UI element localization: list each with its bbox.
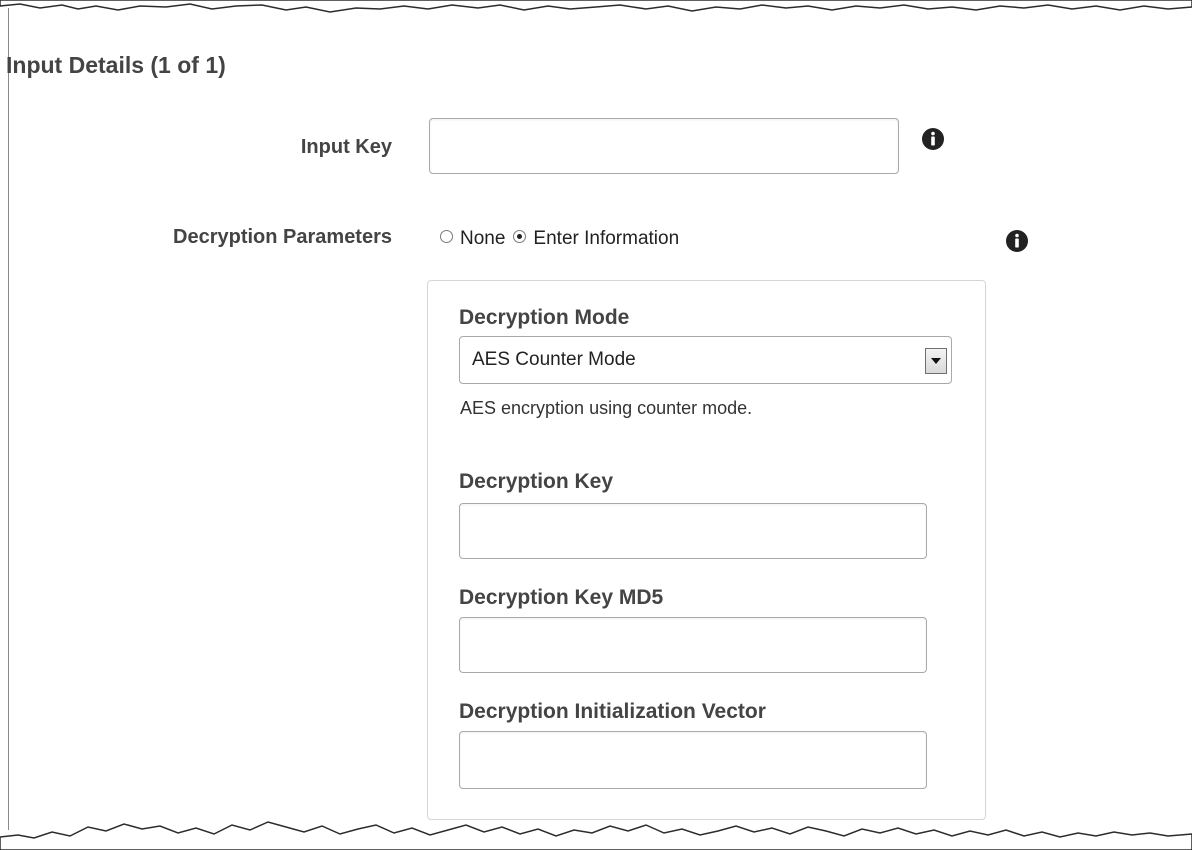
content-left-border (8, 8, 9, 830)
section-title: Input Details (1 of 1) (6, 52, 226, 78)
decryption-parameters-radio-group: None Enter Information (440, 226, 687, 252)
decryption-mode-label: Decryption Mode (459, 306, 630, 329)
radio-none-label[interactable]: None (460, 228, 505, 250)
decryption-iv-label: Decryption Initialization Vector (459, 700, 766, 723)
info-icon[interactable] (1005, 229, 1029, 253)
radio-none[interactable] (440, 229, 453, 243)
decryption-key-field[interactable] (459, 503, 927, 559)
decryption-key-md5-label: Decryption Key MD5 (459, 586, 664, 609)
dropdown-arrow-icon[interactable] (925, 348, 947, 374)
decryption-parameters-label: Decryption Parameters (173, 226, 392, 248)
input-key-label: Input Key (300, 136, 392, 158)
torn-edge-top (0, 0, 1192, 13)
decryption-mode-selected-value: AES Counter Mode (472, 349, 636, 370)
decryption-key-md5-field[interactable] (459, 617, 927, 673)
decryption-mode-help-text: AES encryption using counter mode. (460, 398, 753, 418)
info-icon[interactable] (921, 127, 945, 151)
decryption-key-label: Decryption Key (459, 470, 614, 493)
screenshot-stage: Input Details (1 of 1) Input Key Decrypt… (0, 0, 1192, 850)
radio-enter-information-label[interactable]: Enter Information (533, 228, 679, 250)
decryption-mode-select[interactable]: AES Counter Mode (459, 336, 952, 384)
input-key-field[interactable] (429, 118, 899, 174)
decryption-iv-field[interactable] (459, 731, 927, 789)
radio-enter-information[interactable] (513, 229, 527, 243)
